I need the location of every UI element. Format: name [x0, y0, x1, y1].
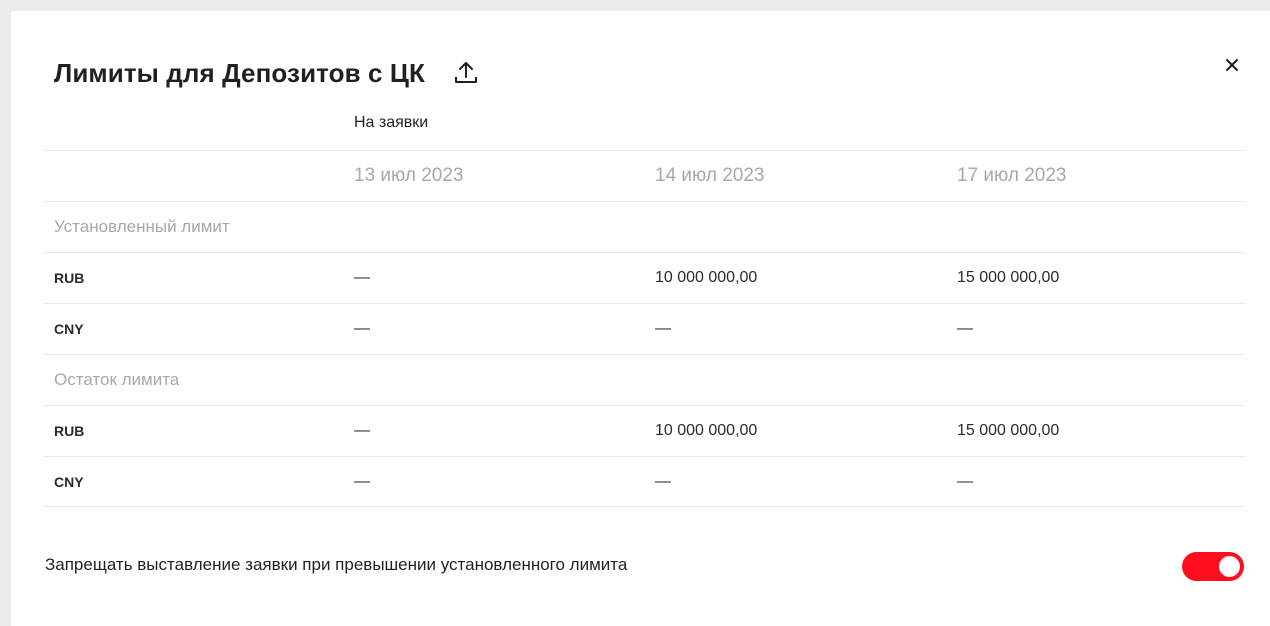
- limit-value: —: [957, 472, 973, 490]
- close-button[interactable]: [1220, 53, 1244, 77]
- prohibit-orders-toggle[interactable]: [1182, 552, 1244, 581]
- group-title-remaining-limit: Остаток лимита: [54, 370, 180, 389]
- limit-value: —: [354, 472, 370, 490]
- limit-value: 15 000 000,00: [957, 422, 1060, 439]
- limits-table: 13 июл 2023 14 июл 2023 17 июл 2023 Уста…: [44, 150, 1245, 507]
- limit-value: —: [354, 320, 370, 337]
- group-title-set-limit: Установленный лимит: [54, 217, 230, 236]
- table-row: CNY — — —: [44, 303, 1245, 354]
- limit-value: —: [957, 320, 973, 337]
- group-header-row: Остаток лимита: [44, 354, 1245, 405]
- export-button[interactable]: [451, 58, 481, 88]
- limit-value: 15 000 000,00: [957, 269, 1060, 286]
- limit-value: —: [655, 472, 671, 490]
- date-header: 17 июл 2023: [957, 165, 1067, 186]
- date-header: 13 июл 2023: [354, 165, 464, 186]
- limit-value: 10 000 000,00: [655, 269, 758, 286]
- section-label: На заявки: [354, 114, 429, 131]
- currency-label: CNY: [54, 473, 84, 490]
- limits-dialog: Лимиты для Депозитов с ЦК На заявки 13 и…: [11, 11, 1270, 626]
- upload-icon: [455, 62, 477, 83]
- date-header-row: 13 июл 2023 14 июл 2023 17 июл 2023: [44, 150, 1245, 201]
- currency-label: RUB: [54, 270, 85, 286]
- dialog-header: Лимиты для Депозитов с ЦК: [54, 51, 481, 95]
- dialog-title: Лимиты для Депозитов с ЦК: [54, 57, 425, 88]
- table-row: RUB — 10 000 000,00 15 000 000,00: [44, 252, 1245, 303]
- table-row: CNY — — —: [44, 456, 1245, 507]
- date-header: 14 июл 2023: [655, 165, 765, 186]
- limit-value: 10 000 000,00: [655, 422, 758, 439]
- group-header-row: Установленный лимит: [44, 201, 1245, 252]
- prohibit-orders-label: Запрещать выставление заявки при превыше…: [45, 555, 628, 574]
- limit-value: —: [354, 269, 370, 286]
- currency-label: RUB: [54, 423, 85, 439]
- limit-value: —: [655, 320, 671, 337]
- toggle-knob: [1219, 556, 1240, 577]
- close-icon: [1226, 59, 1238, 71]
- limit-value: —: [354, 422, 370, 439]
- currency-label: CNY: [54, 321, 84, 337]
- table-row: RUB — 10 000 000,00 15 000 000,00: [44, 405, 1245, 456]
